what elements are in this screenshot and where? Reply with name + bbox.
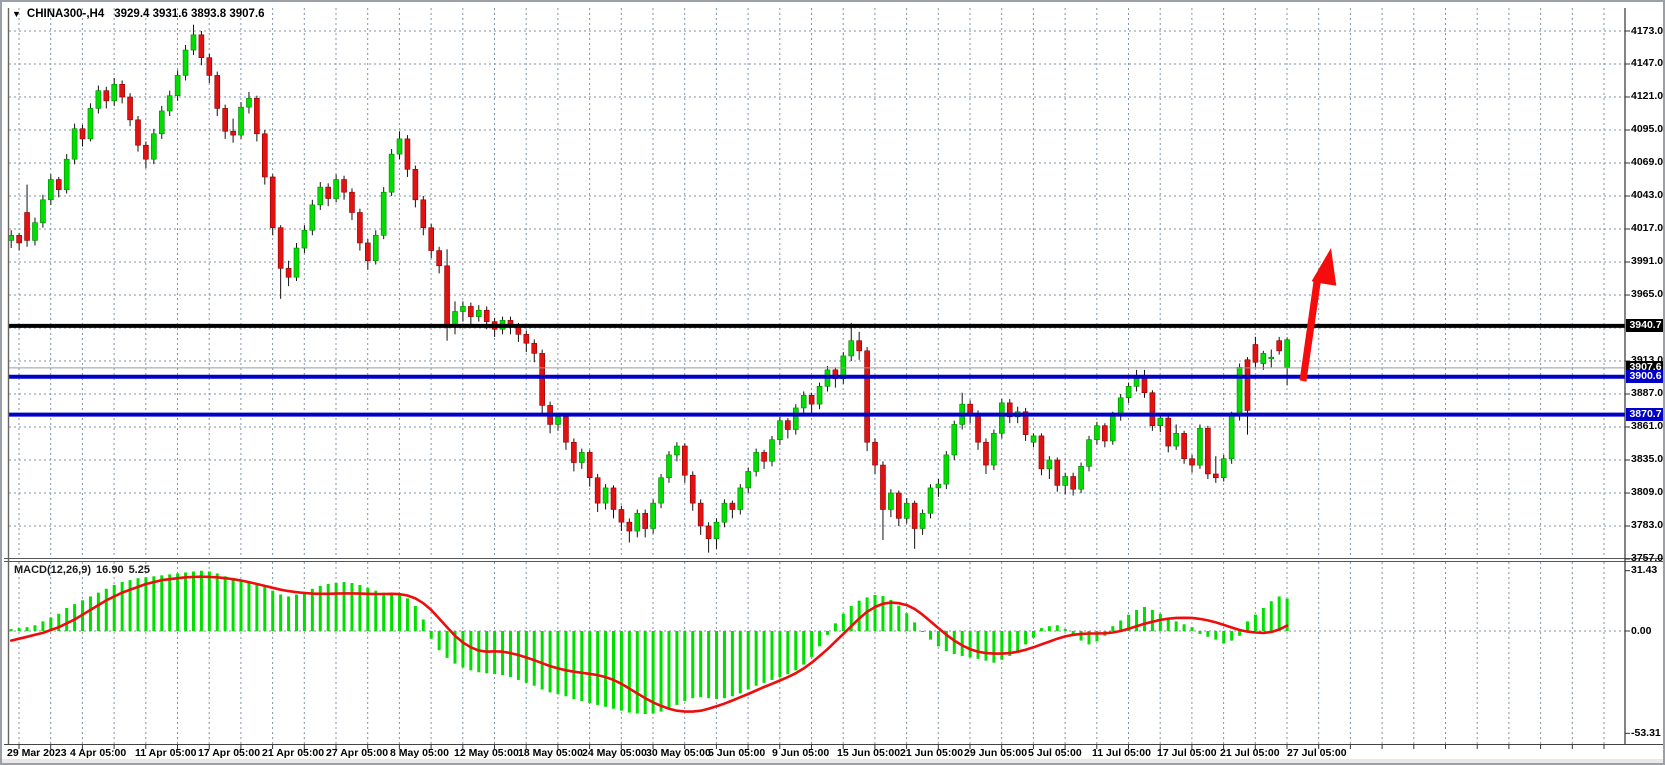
symbol-dropdown-icon[interactable]: ▼ (12, 9, 21, 19)
macd-axis-label: -53.31 (1631, 727, 1661, 739)
time-axis-label: 17 Apr 05:00 (198, 747, 260, 759)
price-axis-label: 4043.0 (1631, 189, 1663, 201)
price-badge-3940.7: 3940.7 (1626, 319, 1665, 332)
price-axis-label: 3991.0 (1631, 255, 1663, 267)
time-axis-label: 24 May 05:00 (582, 747, 647, 759)
price-axis-label: 3809.0 (1631, 486, 1663, 498)
time-axis-label: 30 May 05:00 (646, 747, 711, 759)
price-axis-label: 4147.0 (1631, 57, 1663, 69)
price-axis-label: 4069.0 (1631, 156, 1663, 168)
time-axis-label: 9 Jun 05:00 (772, 747, 829, 759)
time-axis-label: 15 Jun 05:00 (837, 747, 900, 759)
time-axis-label: 29 Mar 2023 (7, 747, 67, 759)
time-axis-label: 18 May 05:00 (518, 747, 583, 759)
symbol-period-label: CHINA300-,H4 (27, 8, 104, 20)
price-badge-3870.7: 3870.7 (1626, 408, 1665, 421)
time-axis-label: 4 Apr 05:00 (70, 747, 126, 759)
price-axis-label: 3861.0 (1631, 420, 1663, 432)
time-axis-label: 27 Jul 05:00 (1287, 747, 1347, 759)
macd-main-value: 16.90 (96, 564, 124, 576)
chart-title: ▼ CHINA300-,H4 3929.4 3931.6 3893.8 3907.6 (12, 8, 265, 20)
time-axis-label: 21 Jul 05:00 (1220, 747, 1280, 759)
price-axis-label: 3783.0 (1631, 519, 1663, 531)
time-axis-label: 27 Apr 05:00 (326, 747, 388, 759)
price-axis-label: 3887.0 (1631, 387, 1663, 399)
time-axis-label: 5 Jun 05:00 (708, 747, 765, 759)
macd-indicator-label: MACD(12,26,9) 16.90 5.25 (14, 564, 155, 576)
time-axis-label: 5 Jul 05:00 (1028, 747, 1082, 759)
macd-signal-value: 5.25 (129, 564, 150, 576)
time-axis-label: 17 Jul 05:00 (1157, 747, 1217, 759)
time-axis-label: 11 Jul 05:00 (1092, 747, 1151, 759)
macd-axis-label: 0.00 (1631, 625, 1651, 637)
time-axis-label: 11 Apr 05:00 (135, 747, 196, 759)
price-axis-label: 4095.0 (1631, 123, 1663, 135)
price-axis-label: 3965.0 (1631, 288, 1663, 300)
time-axis-label: 8 May 05:00 (390, 747, 449, 759)
time-axis-label: 12 May 05:00 (454, 747, 519, 759)
chart-canvas[interactable] (2, 2, 1665, 765)
time-axis-label: 29 Jun 05:00 (964, 747, 1027, 759)
chart-window: ▼ CHINA300-,H4 3929.4 3931.6 3893.8 3907.6… (0, 0, 1665, 765)
window-bottom-edge (2, 759, 1663, 765)
price-axis-label: 3835.0 (1631, 453, 1663, 465)
price-axis-label: 4121.0 (1631, 90, 1663, 102)
price-axis-label: 4017.0 (1631, 222, 1663, 234)
time-axis-label: 21 Jun 05:00 (900, 747, 963, 759)
price-axis-label: 3757.0 (1631, 552, 1663, 564)
time-axis-label: 21 Apr 05:00 (262, 747, 324, 759)
trend-up-arrow[interactable] (1300, 248, 1337, 382)
macd-axis-label: 31.43 (1631, 564, 1657, 576)
price-axis-label: 4173.0 (1631, 25, 1663, 37)
price-badge-3900.6: 3900.6 (1626, 370, 1665, 383)
macd-name: MACD(12,26,9) (14, 564, 91, 576)
title-ohlc-values: 3929.4 3931.6 3893.8 3907.6 (114, 8, 264, 20)
candles-layer (9, 25, 1290, 553)
